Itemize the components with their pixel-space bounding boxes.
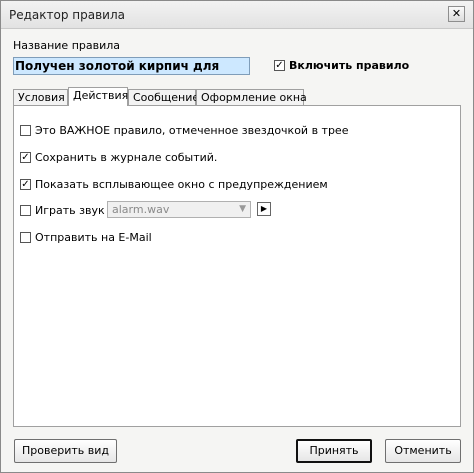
log-events-label[interactable]: Сохранить в журнале событий. [35,151,217,164]
ok-button-label: Принять [309,444,359,457]
show-popup-checkbox[interactable] [20,179,31,190]
chevron-down-icon: ▼ [239,204,246,214]
sound-file-value: alarm.wav [112,203,170,216]
title-bar: Редактор правила ✕ [1,1,473,29]
enable-rule-checkbox[interactable] [274,60,285,71]
send-email-label[interactable]: Отправить на E-Mail [35,231,152,244]
sound-file-select[interactable]: alarm.wav ▼ [107,201,251,218]
enable-rule-label[interactable]: Включить правило [289,59,409,72]
tab-actions[interactable]: Действия [68,87,128,106]
rule-name-label: Название правила [13,39,121,52]
rule-name-input[interactable]: Получен золотой кирпич для храма [13,57,250,75]
tab-conditions[interactable]: Условия [13,89,68,105]
close-icon: ✕ [451,7,462,20]
window-title: Редактор правила [9,8,125,22]
tab-label: Сообщение [133,91,200,104]
preview-button-label: Проверить вид [22,444,109,457]
log-events-checkbox[interactable] [20,152,31,163]
send-email-checkbox[interactable] [20,232,31,243]
play-sound-button[interactable]: ▶ [257,202,271,216]
tab-message[interactable]: Сообщение [128,89,200,105]
close-button[interactable]: ✕ [448,6,465,22]
ok-button[interactable]: Принять [296,439,372,463]
important-rule-checkbox[interactable] [20,125,31,136]
cancel-button-label: Отменить [394,444,452,457]
tab-label: Действия [73,89,129,102]
tab-label: Оформление окна [201,91,307,104]
tab-label: Условия [18,91,65,104]
show-popup-label[interactable]: Показать всплывающее окно с предупрежден… [35,178,328,191]
cancel-button[interactable]: Отменить [385,439,461,463]
play-sound-checkbox[interactable] [20,205,31,216]
important-rule-label[interactable]: Это ВАЖНОЕ правило, отмеченное звездочко… [35,124,348,137]
rule-editor-window: Редактор правила ✕ Название правила Полу… [0,0,474,473]
play-icon: ▶ [260,204,268,213]
tab-window-style[interactable]: Оформление окна [196,89,307,105]
play-sound-label[interactable]: Играть звук [35,204,105,217]
rule-name-value: Получен золотой кирпич для храма [14,58,249,74]
preview-button[interactable]: Проверить вид [14,439,117,463]
